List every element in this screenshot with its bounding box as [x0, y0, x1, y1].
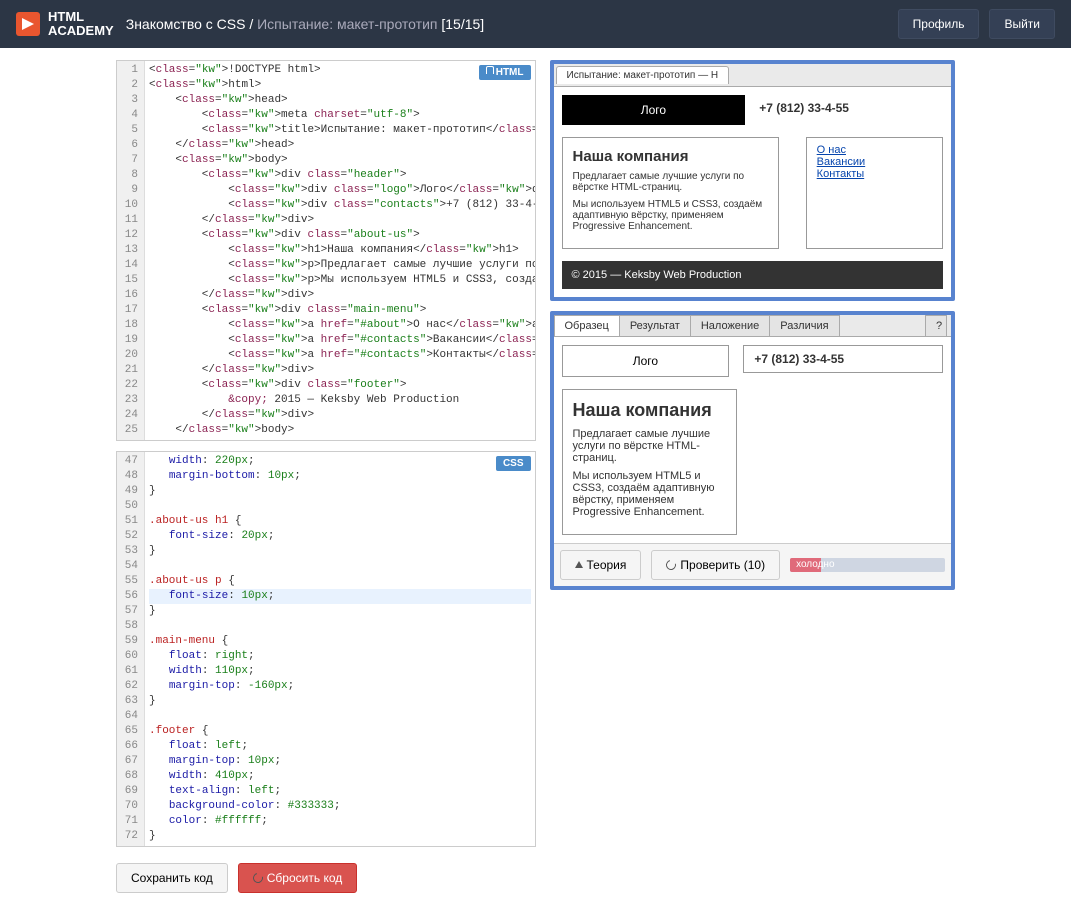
html-badge: HTML: [479, 65, 531, 80]
html-code[interactable]: 1234567891011121314151617181920212223242…: [117, 61, 535, 440]
breadcrumb: Знакомство с CSS / Испытание: макет-прот…: [126, 16, 484, 32]
profile-button[interactable]: Профиль: [898, 9, 980, 39]
save-button[interactable]: Сохранить код: [116, 863, 228, 893]
editor-actions: Сохранить код Сбросить код: [116, 863, 536, 893]
progress-bar: холодно: [790, 558, 945, 572]
pv-link-jobs[interactable]: Вакансии: [817, 156, 932, 168]
main-area: HTML 12345678910111213141516171819202122…: [0, 48, 1071, 905]
pv-p2: Мы используем HTML5 и CSS3, создаём адап…: [573, 199, 768, 232]
html-gutter: 1234567891011121314151617181920212223242…: [117, 61, 145, 440]
progress-label: холодно: [796, 558, 834, 572]
html-body[interactable]: <class="kw">!DOCTYPE html> <class="kw">h…: [145, 61, 535, 440]
pv2-heading: Наша компания: [573, 400, 726, 422]
css-badge: CSS: [496, 456, 531, 471]
logo-icon: [16, 12, 40, 36]
preview-column: Испытание: макет-прототип — H Лого +7 (8…: [550, 60, 956, 893]
tab-diff[interactable]: Различия: [769, 315, 839, 336]
preview-body-bottom: Лого +7 (812) 33-4-55 Наша компания Пред…: [554, 337, 952, 543]
pv-footer: © 2015 — Keksby Web Production: [562, 261, 944, 289]
preview-title-tab: Испытание: макет-прототип — H: [554, 64, 952, 87]
tab-help[interactable]: ?: [925, 315, 947, 336]
pv-link-contacts[interactable]: Контакты: [817, 168, 932, 180]
pv2-p1: Предлагает самые лучшие услуги по вёрстк…: [573, 428, 726, 464]
preview-reference: Образец Результат Наложение Различия ? Л…: [550, 311, 956, 590]
logo-text: HTML ACADEMY: [48, 10, 114, 39]
preview-result: Испытание: макет-прототип — H Лого +7 (8…: [550, 60, 956, 301]
lock-icon: [486, 66, 494, 74]
css-code[interactable]: 4748495051525354555657585960616263646566…: [117, 452, 535, 846]
pv2-phone: +7 (812) 33-4-55: [743, 345, 943, 373]
pv-logo: Лого: [562, 95, 746, 125]
check-icon: [665, 558, 679, 572]
editors-column: HTML 12345678910111213141516171819202122…: [116, 60, 536, 893]
css-body[interactable]: width: 220px; margin-bottom: 10px;} .abo…: [145, 452, 535, 846]
reload-icon: [251, 871, 265, 885]
tab-sample[interactable]: Образец: [554, 315, 620, 336]
css-gutter: 4748495051525354555657585960616263646566…: [117, 452, 145, 846]
preview-bottom-bar: Теория Проверить (10) холодно: [554, 543, 952, 586]
pv-heading: Наша компания: [573, 148, 768, 165]
pv2-logo: Лого: [562, 345, 730, 377]
preview-tabs: Образец Результат Наложение Различия ?: [554, 315, 952, 337]
pv2-p2: Мы используем HTML5 и CSS3, создаём адап…: [573, 470, 726, 518]
pv-phone: +7 (812) 33-4-55: [759, 95, 943, 121]
tab-overlay[interactable]: Наложение: [690, 315, 770, 336]
logout-button[interactable]: Выйти: [989, 9, 1055, 39]
header-left: HTML ACADEMY Знакомство с CSS / Испытани…: [16, 10, 484, 39]
preview-body-top: Лого +7 (812) 33-4-55 Наша компания Пред…: [554, 87, 952, 297]
logo[interactable]: HTML ACADEMY: [16, 10, 114, 39]
css-editor[interactable]: CSS 474849505152535455565758596061626364…: [116, 451, 536, 847]
book-icon: [575, 561, 583, 568]
theory-button[interactable]: Теория: [560, 550, 642, 580]
tab-result[interactable]: Результат: [619, 315, 691, 336]
pv-menu: О нас Вакансии Контакты: [806, 137, 943, 249]
pv-link-about[interactable]: О нас: [817, 144, 932, 156]
check-button[interactable]: Проверить (10): [651, 550, 780, 580]
pv-p1: Предлагает самые лучшие услуги по вёрстк…: [573, 171, 768, 193]
html-editor[interactable]: HTML 12345678910111213141516171819202122…: [116, 60, 536, 441]
reset-button[interactable]: Сбросить код: [238, 863, 357, 893]
pv2-about: Наша компания Предлагает самые лучшие ус…: [562, 389, 737, 535]
pv-about: Наша компания Предлагает самые лучшие ус…: [562, 137, 779, 249]
top-header: HTML ACADEMY Знакомство с CSS / Испытани…: [0, 0, 1071, 48]
header-right: Профиль Выйти: [898, 9, 1055, 39]
